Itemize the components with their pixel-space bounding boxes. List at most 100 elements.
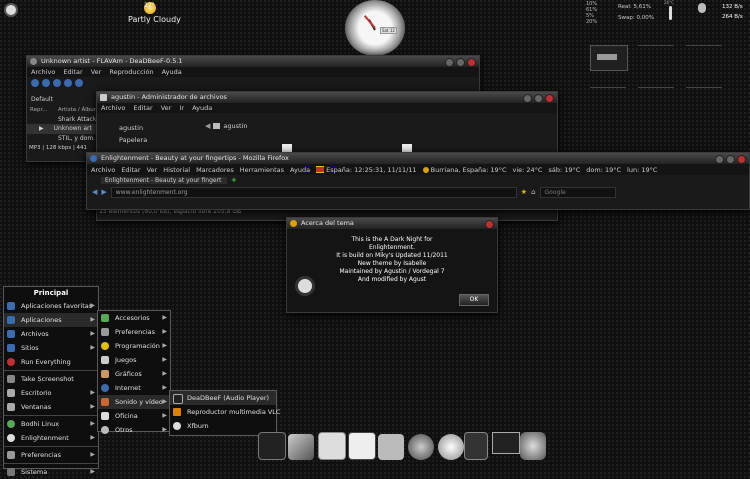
about-dialog[interactable]: Acerca del tema This is the A Dark Night…	[286, 217, 498, 313]
url-bar[interactable]: www.enlightenment.org	[110, 186, 517, 198]
menu-editar[interactable]: Editar	[121, 165, 140, 175]
home-button[interactable]: ⌂	[531, 188, 535, 196]
menu-archivo[interactable]: Archivo	[91, 165, 115, 175]
dock-mail-icon[interactable]	[378, 434, 404, 460]
previous-button[interactable]	[64, 79, 72, 87]
menu-item-vlc[interactable]: Reproductor multimedia VLC	[170, 405, 280, 419]
menu-item-otros[interactable]: Otros ▶	[98, 423, 170, 437]
menu-ayuda[interactable]: Ayuda	[192, 104, 212, 112]
menu-item-preferencias[interactable]: Preferencias ▶	[4, 448, 98, 462]
pager-cell[interactable]	[686, 87, 722, 112]
new-tab-button[interactable]: +	[231, 176, 237, 184]
stop-button[interactable]	[31, 79, 39, 87]
menu-item-internet[interactable]: Internet ▶	[98, 381, 170, 395]
window-controls	[715, 155, 746, 164]
dock-monitor-icon[interactable]	[492, 432, 520, 454]
menu-ayuda[interactable]: Ayuda	[162, 68, 182, 76]
maximize-button[interactable]	[456, 58, 465, 67]
menu-ir[interactable]: Ir	[179, 104, 184, 112]
menu-item-juegos[interactable]: Juegos ▶	[98, 353, 170, 367]
menu-marcadores[interactable]: Marcadores	[196, 165, 234, 175]
menu-item-escritorio[interactable]: Escritorio ▶	[4, 386, 98, 400]
dock-editor-icon[interactable]	[318, 432, 346, 460]
menu-historial[interactable]: Historial	[163, 165, 190, 175]
next-button[interactable]	[75, 79, 83, 87]
menu-item-sitios[interactable]: Sitios ▶	[4, 341, 98, 355]
firefox-window[interactable]: Enlightenment - Beauty at your fingertip…	[86, 152, 750, 210]
pager-cell[interactable]	[686, 45, 722, 70]
menu-item-bodhi-linux[interactable]: Bodhi Linux ▶	[4, 417, 98, 431]
menu-item-sistema[interactable]: Sistema ▶	[4, 465, 98, 479]
menu-item-take-screenshot[interactable]: Take Screenshot	[4, 372, 98, 386]
menu-item-favoritas[interactable]: Aplicaciones favoritas ▶	[4, 299, 98, 313]
menu-item-ventanas[interactable]: Ventanas ▶	[4, 400, 98, 414]
menu-item-programacion[interactable]: Programación ▶	[98, 339, 170, 353]
menu-herramientas[interactable]: Herramientas	[240, 165, 284, 175]
minimize-button[interactable]	[445, 58, 454, 67]
menu-archivo[interactable]: Archivo	[31, 68, 55, 76]
close-button[interactable]	[737, 155, 746, 164]
menu-ver[interactable]: Ver	[91, 68, 102, 76]
search-bar[interactable]: Google	[539, 186, 616, 198]
menu-item-run-everything[interactable]: Run Everything	[4, 355, 98, 369]
menu-item-deadbeef[interactable]: DeaDBeeF (Audio Player)	[170, 391, 276, 405]
about-titlebar[interactable]: Acerca del tema	[287, 218, 497, 229]
menu-item-accesorios[interactable]: Accesorios ▶	[98, 311, 170, 325]
column-playing[interactable]: Repr...	[30, 105, 58, 115]
dock-tools-icon[interactable]	[288, 434, 314, 460]
maximize-button[interactable]	[726, 155, 735, 164]
pager-cell[interactable]	[590, 87, 626, 112]
menu-item-enlightenment[interactable]: Enlightenment ▶	[4, 431, 98, 445]
pager-cell[interactable]	[638, 45, 674, 70]
minimize-button[interactable]	[523, 94, 532, 103]
menu-item-archivos[interactable]: Archivos ▶	[4, 327, 98, 341]
file-manager-titlebar[interactable]: agustin - Administrador de archivos	[97, 92, 557, 103]
menu-editar[interactable]: Editar	[133, 104, 152, 112]
firefox-tab[interactable]: Enlightenment - Beauty at your fingert	[101, 176, 227, 184]
bookmark-star-icon[interactable]: ★	[521, 188, 527, 196]
firefox-titlebar[interactable]: Enlightenment - Beauty at your fingertip…	[87, 153, 749, 164]
deadbeef-titlebar[interactable]: Unknown artist - FLAVAm - DeaDBeeF-0.5.1	[27, 56, 479, 67]
play-button[interactable]	[42, 79, 50, 87]
sidebar-item-trash[interactable]: Papelera	[115, 134, 179, 146]
menu-ayuda[interactable]: Ayuda	[290, 165, 310, 175]
sidebar-item-home[interactable]: agustin	[115, 122, 179, 134]
menu-ver[interactable]: Ver	[161, 104, 172, 112]
forward-button[interactable]: ▶	[101, 188, 106, 196]
back-button[interactable]: ◀	[92, 188, 97, 196]
dock-browser-globe-icon[interactable]	[408, 434, 434, 460]
menu-item-preferencias-apps[interactable]: Preferencias ▶	[98, 325, 170, 339]
arrow-icon: ▶	[90, 389, 95, 396]
close-button[interactable]	[467, 58, 476, 67]
memory-swap: Swap: 0,00%	[618, 15, 654, 21]
menu-archivo[interactable]: Archivo	[101, 104, 125, 112]
pager-cell[interactable]	[638, 87, 674, 112]
menu-item-graficos[interactable]: Gráficos ▶	[98, 367, 170, 381]
ok-button[interactable]: OK	[459, 294, 489, 306]
menu-reproduccion[interactable]: Reproducción	[109, 68, 153, 76]
infobar-location: Burriana, España: 19°C	[430, 165, 507, 174]
pager-cell-active[interactable]	[590, 45, 628, 71]
menu-ver[interactable]: Ver	[147, 165, 158, 175]
dock-lock-icon[interactable]	[520, 432, 546, 460]
menu-item-oficina[interactable]: Oficina ▶	[98, 409, 170, 423]
dock-disc-icon[interactable]	[438, 434, 464, 460]
dock-terminal-icon[interactable]	[258, 432, 286, 460]
pause-button[interactable]	[53, 79, 61, 87]
minimize-button[interactable]	[715, 155, 724, 164]
column-artist-album[interactable]: Artista / Álbum	[58, 105, 99, 115]
menu-editar[interactable]: Editar	[63, 68, 82, 76]
logo-icon[interactable]	[4, 3, 18, 17]
about-text: This is the A Dark Night for Enlightenme…	[327, 236, 457, 284]
window-controls	[445, 58, 476, 67]
close-button[interactable]	[545, 94, 554, 103]
dock-appstore-icon[interactable]	[464, 432, 488, 460]
menu-item-sonido-video[interactable]: Sonido y vídeo ▶	[98, 395, 170, 409]
menu-item-aplicaciones[interactable]: Aplicaciones ▶	[4, 313, 98, 327]
path-button[interactable]: agustin	[223, 122, 247, 130]
back-icon[interactable]: ◀	[205, 122, 210, 130]
close-button[interactable]	[485, 220, 494, 229]
desktop-pager[interactable]	[590, 45, 740, 125]
maximize-button[interactable]	[534, 94, 543, 103]
dock-music-player-icon[interactable]	[348, 432, 376, 460]
